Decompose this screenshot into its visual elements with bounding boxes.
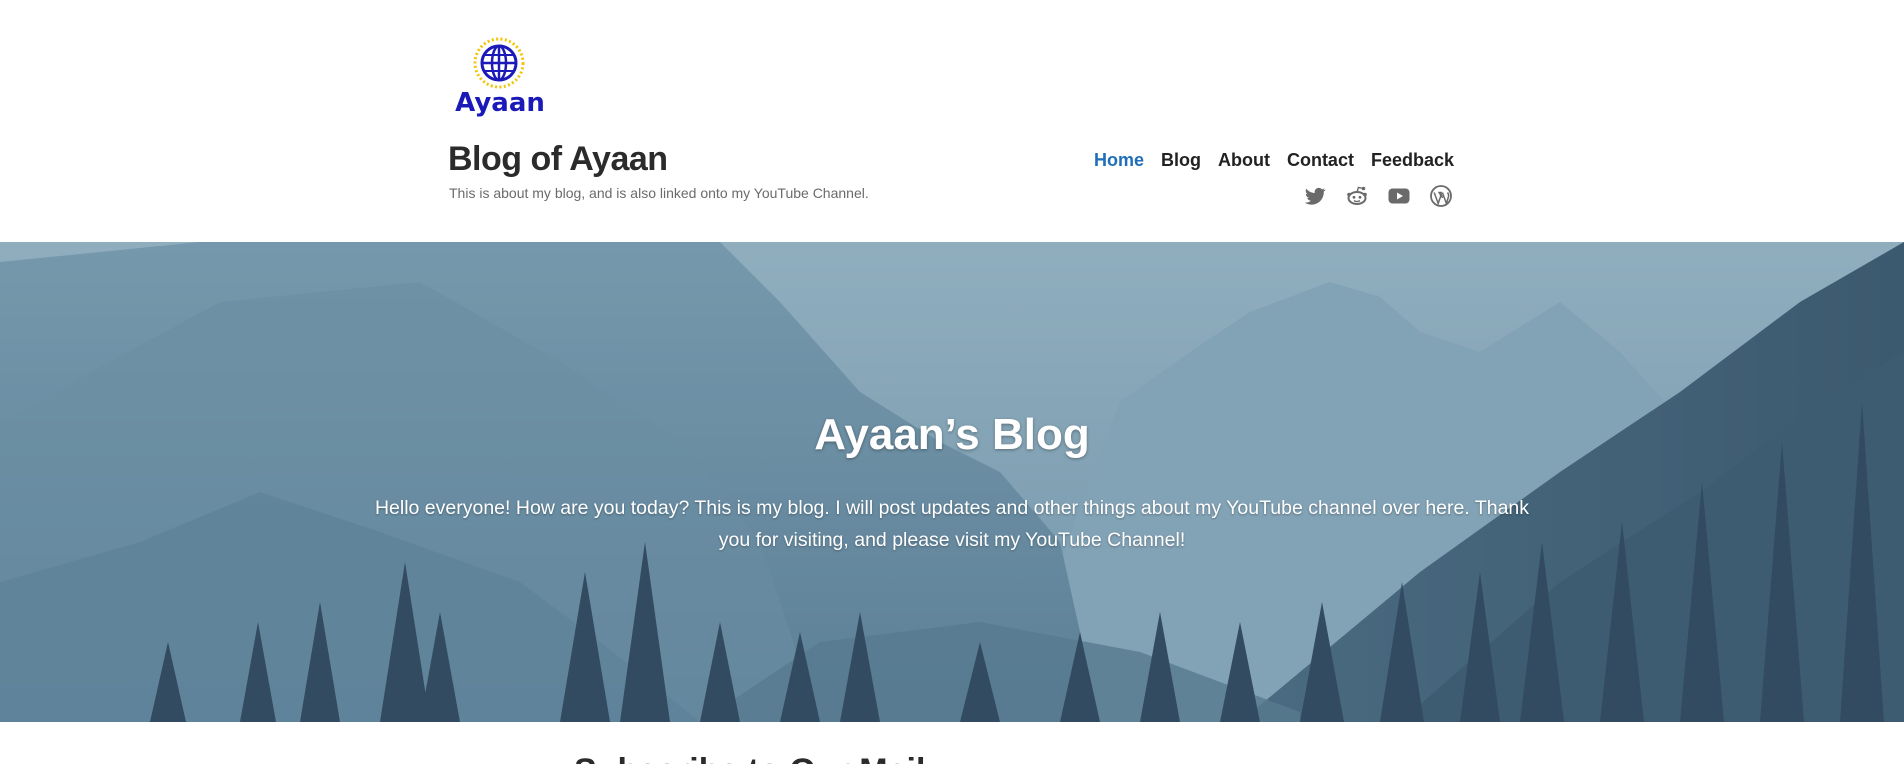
social-links: [1303, 184, 1453, 208]
site-logo[interactable]: Ayaan: [452, 36, 548, 122]
twitter-icon[interactable]: [1303, 184, 1327, 208]
mountain-forest-background: [0, 242, 1904, 722]
content-section: Subscribe to Our Mail...: [0, 722, 1904, 764]
nav-item-home[interactable]: Home: [1094, 150, 1144, 171]
nav-item-feedback[interactable]: Feedback: [1371, 150, 1454, 171]
nav-item-blog[interactable]: Blog: [1161, 150, 1201, 171]
reddit-icon[interactable]: [1345, 184, 1369, 208]
globe-icon: [473, 37, 525, 89]
hero-title: Ayaan’s Blog: [814, 410, 1090, 459]
nav-item-contact[interactable]: Contact: [1287, 150, 1354, 171]
hero-banner: Ayaan’s Blog Hello everyone! How are you…: [0, 242, 1904, 722]
youtube-icon[interactable]: [1387, 184, 1411, 208]
wordpress-icon[interactable]: [1429, 184, 1453, 208]
nav-item-about[interactable]: About: [1218, 150, 1270, 171]
section-heading: Subscribe to Our Mail...: [574, 752, 954, 764]
site-header: Ayaan Blog of Ayaan This is about my blo…: [0, 0, 1904, 242]
site-title[interactable]: Blog of Ayaan: [448, 140, 668, 179]
hero-description: Hello everyone! How are you today? This …: [374, 497, 1530, 551]
site-tagline: This is about my blog, and is also linke…: [449, 185, 869, 201]
logo-text: Ayaan: [455, 88, 545, 118]
main-navigation: Home Blog About Contact Feedback: [1094, 150, 1454, 171]
